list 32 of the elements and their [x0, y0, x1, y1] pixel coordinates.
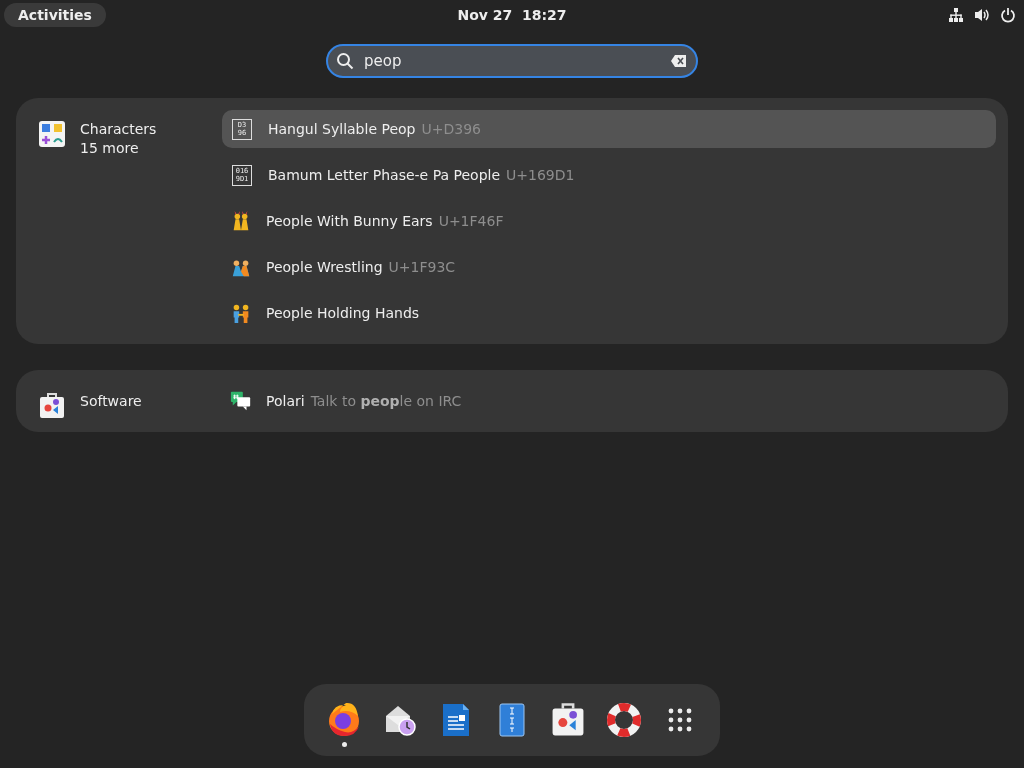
provider-name[interactable]: Software: [80, 392, 142, 411]
codepoint: U+D396: [421, 121, 481, 137]
result-title: People Holding Hands: [266, 305, 420, 321]
clear-icon[interactable]: [670, 52, 688, 70]
clock[interactable]: Nov 27 18:27: [457, 7, 567, 23]
chat-bubbles-icon: [230, 390, 252, 412]
codepoint: U+1F93C: [388, 259, 456, 275]
search-result[interactable]: People Wrestling U+1F93C: [222, 248, 996, 286]
search-result[interactable]: People With Bunny Ears U+1F46F: [222, 202, 996, 240]
shopping-bag-icon: [38, 392, 66, 420]
result-title: People With Bunny Ears: [266, 213, 433, 229]
search-result[interactable]: Polari Talk to people on IRC: [222, 382, 996, 420]
network-icon[interactable]: [948, 7, 964, 23]
search-result[interactable]: People Holding Hands: [222, 294, 996, 332]
volume-icon[interactable]: [974, 7, 990, 23]
power-icon[interactable]: [1000, 7, 1016, 23]
result-title: Polari: [266, 393, 305, 409]
browser-icon[interactable]: [326, 702, 362, 738]
result-title: Hangul Syllable Peop: [268, 121, 416, 137]
codepoint: U+169D1: [506, 167, 575, 183]
provider-name[interactable]: Characters: [80, 120, 157, 139]
activities-button[interactable]: Activities: [4, 3, 106, 27]
search-field[interactable]: peop: [326, 44, 698, 78]
result-description: Talk to people on IRC: [310, 393, 462, 409]
search-icon: [336, 52, 354, 70]
codepoint: U+1F46F: [438, 213, 504, 229]
result-title: Bamum Letter Phase-e Pa People: [268, 167, 501, 183]
shopping-bag-icon: [550, 702, 586, 738]
characters-app-icon: [38, 120, 66, 148]
lifebuoy-icon[interactable]: [606, 702, 642, 738]
result-title: People Wrestling: [266, 259, 383, 275]
more-results-link[interactable]: 15 more: [80, 139, 157, 158]
